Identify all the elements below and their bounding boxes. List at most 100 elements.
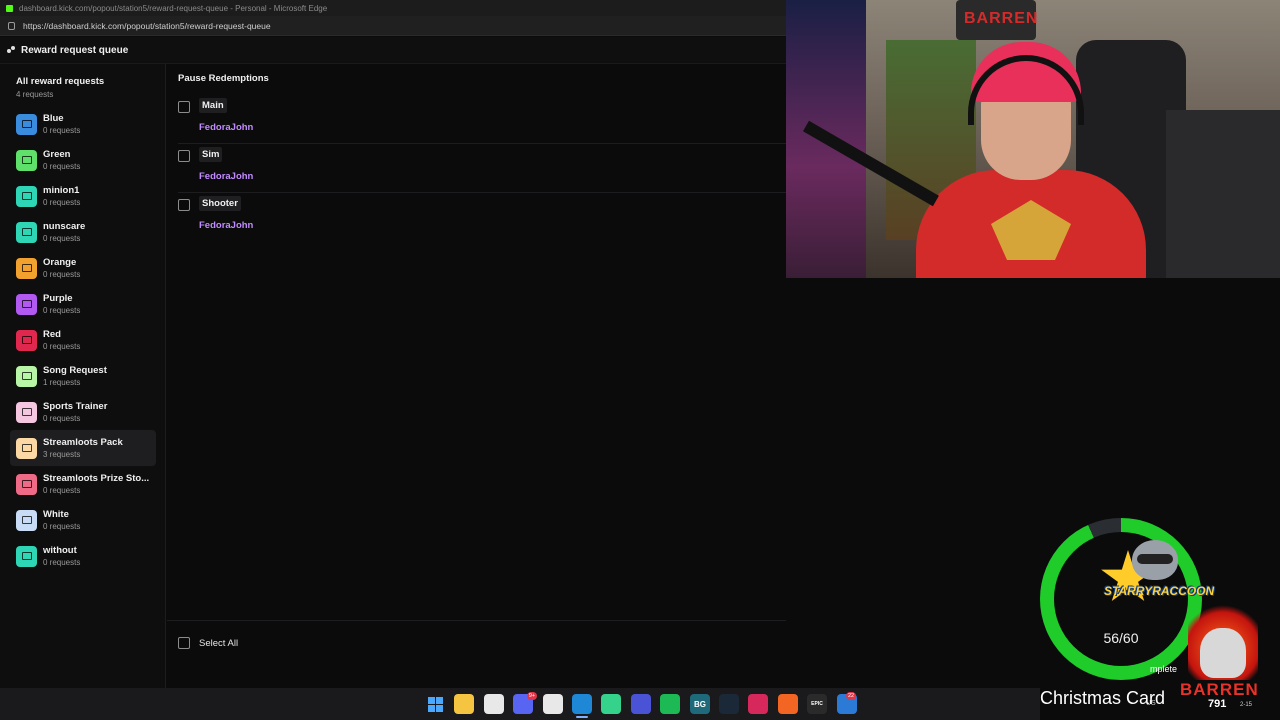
ticket-icon: [16, 437, 37, 459]
chrome-icon[interactable]: [543, 694, 563, 714]
request-queue-panel: Pause Redemptions Main FedoraJohn Sim Fe…: [167, 64, 786, 688]
lock-icon: [8, 21, 15, 30]
reward-item[interactable]: Green 0 requests: [10, 142, 156, 178]
queue-item-user[interactable]: FedoraJohn: [199, 122, 253, 133]
reward-item[interactable]: White 0 requests: [10, 502, 156, 538]
bg-app-icon[interactable]: BG: [690, 694, 710, 714]
origin-icon[interactable]: [778, 694, 798, 714]
reward-count: 0 requests: [43, 198, 81, 207]
reward-item[interactable]: Song Request 1 requests: [10, 358, 156, 394]
reward-count: 0 requests: [43, 270, 81, 279]
queue-item-checkbox[interactable]: [178, 101, 190, 113]
queue-item: Main FedoraJohn: [178, 96, 786, 144]
reward-count: 0 requests: [43, 126, 81, 135]
badge-word: BARREN: [1180, 680, 1259, 699]
reward-name: without: [43, 545, 77, 556]
spotify-icon[interactable]: [660, 694, 680, 714]
app-header: Reward request queue: [0, 37, 786, 64]
reward-name: Green: [43, 149, 71, 160]
select-all-label[interactable]: Select All: [199, 638, 238, 649]
reward-name: nunscare: [43, 221, 86, 232]
reward-count: 0 requests: [43, 522, 81, 531]
reward-count: 0 requests: [43, 234, 81, 243]
barren-badge: BARREN 791 2-15: [1178, 600, 1268, 712]
reward-count: 0 requests: [43, 414, 81, 423]
all-reward-requests[interactable]: All reward requests 4 requests: [16, 76, 104, 99]
ticket-icon: [16, 293, 37, 315]
reward-name: Red: [43, 329, 61, 340]
webcam-feed: BARREN: [786, 0, 1280, 278]
reward-item[interactable]: minion1 0 requests: [10, 178, 156, 214]
queue-item-checkbox[interactable]: [178, 199, 190, 211]
ticket-icon: [16, 509, 37, 531]
badge-date: 2-15: [1240, 702, 1253, 708]
reward-item[interactable]: without 0 requests: [10, 538, 156, 574]
desk-equipment: [1166, 110, 1280, 278]
reward-item[interactable]: nunscare 0 requests: [10, 214, 156, 250]
reward-name: White: [43, 509, 69, 520]
notification-badge: 22: [846, 692, 856, 700]
address-bar[interactable]: https://dashboard.kick.com/popout/statio…: [0, 16, 786, 36]
notification-badge: 9+: [527, 692, 537, 700]
ticket-icon: [16, 113, 37, 135]
reward-name: Streamloots Prize Sto...: [43, 473, 150, 484]
ticket-icon: [16, 329, 37, 351]
reward-name: minion1: [43, 185, 80, 196]
reward-name: Purple: [43, 293, 73, 304]
kick-icon[interactable]: [601, 694, 621, 714]
reward-name: Sports Trainer: [43, 401, 108, 412]
reward-list: Blue 0 requests Green 0 requests minion1 0 …: [10, 106, 156, 574]
reward-count: 0 requests: [43, 486, 81, 495]
pink-app-icon[interactable]: [748, 694, 768, 714]
messenger-icon[interactable]: [631, 694, 651, 714]
ticket-icon: [16, 401, 37, 423]
reward-icon: [7, 46, 15, 54]
epic-icon[interactable]: EPIC: [807, 694, 827, 714]
reward-name: Orange: [43, 257, 77, 268]
reward-count: 3 requests: [43, 450, 81, 459]
reward-name: Blue: [43, 113, 64, 124]
reward-item-selected[interactable]: Streamloots Pack 3 requests: [10, 430, 156, 466]
raccoon-logo-text: STARRYRACCOON: [1104, 584, 1215, 598]
reward-count: 0 requests: [43, 306, 81, 315]
ticket-icon: [16, 473, 37, 495]
queue-item-user[interactable]: FedoraJohn: [199, 171, 253, 182]
all-reward-requests-title: All reward requests: [16, 76, 105, 87]
ticket-icon: [16, 185, 37, 207]
reward-item[interactable]: Orange 0 requests: [10, 250, 156, 286]
complete-label: mplete: [1150, 664, 1178, 674]
steam-icon[interactable]: [719, 694, 739, 714]
kick-favicon-icon: [6, 4, 13, 12]
active-app-indicator: [576, 716, 588, 718]
raccoon-mask: [1137, 554, 1173, 564]
queue-item-user[interactable]: FedoraJohn: [199, 220, 253, 231]
reward-count: 0 requests: [43, 558, 81, 567]
file-explorer-icon[interactable]: [454, 694, 474, 714]
select-all-checkbox[interactable]: [178, 637, 190, 649]
reward-item[interactable]: Sports Trainer 0 requests: [10, 394, 156, 430]
queue-item: Sim FedoraJohn: [178, 145, 786, 193]
skull-mask-icon: [1200, 628, 1246, 678]
reward-item[interactable]: Streamloots Prize Sto... 0 requests: [10, 466, 156, 502]
windows-start-icon[interactable]: [425, 694, 445, 714]
wall-sign-logo: BARREN: [964, 10, 1039, 27]
reward-item[interactable]: Blue 0 requests: [10, 106, 156, 142]
reward-count: 1 requests: [43, 378, 81, 387]
queue-item-reward: Shooter: [199, 196, 241, 211]
ticket-icon: [16, 257, 37, 279]
ticket-icon: [16, 545, 37, 567]
reward-name: Streamloots Pack: [43, 437, 123, 448]
pause-redemptions-button[interactable]: Pause Redemptions: [178, 73, 269, 84]
app-title: Reward request queue: [21, 44, 129, 56]
reward-item[interactable]: Purple 0 requests: [10, 286, 156, 322]
reward-item[interactable]: Red 0 requests: [10, 322, 156, 358]
ticket-icon: [16, 365, 37, 387]
store-icon[interactable]: [484, 694, 504, 714]
edge-icon[interactable]: [572, 694, 592, 714]
queue-item-checkbox[interactable]: [178, 150, 190, 162]
christmas-card-title: Christmas Card: [1040, 688, 1166, 708]
all-reward-requests-count: 4 requests: [16, 90, 54, 99]
reward-count: 0 requests: [43, 162, 81, 171]
reward-sidebar: All reward requests 4 requests Blue 0 req…: [0, 64, 166, 688]
url-text[interactable]: https://dashboard.kick.com/popout/statio…: [23, 21, 271, 31]
